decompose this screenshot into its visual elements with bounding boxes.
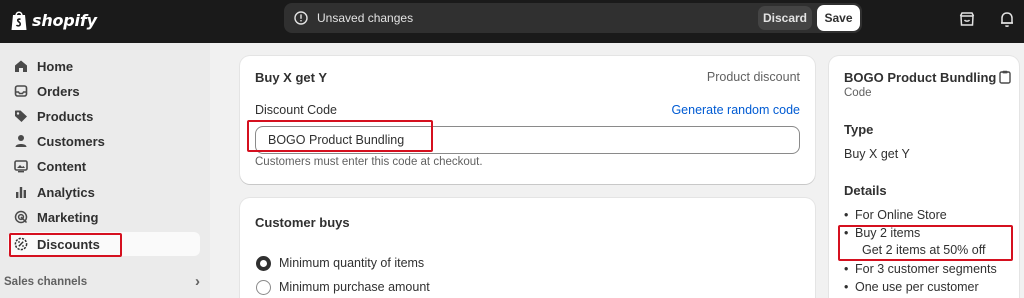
chevron-right-icon: › (195, 273, 200, 290)
list-item: For 3 customer segments (844, 262, 997, 276)
clipboard-icon[interactable] (999, 70, 1011, 84)
target-icon (14, 210, 28, 224)
unsaved-changes-bar: Unsaved changes Discard Save (284, 3, 862, 33)
generate-random-code-link[interactable]: Generate random code (671, 103, 800, 117)
detail-text: For 3 customer segments (855, 262, 997, 276)
summary-card: BOGO Product Bundling Code Type Buy X ge… (829, 56, 1019, 298)
person-icon (15, 135, 27, 147)
sidebar-item-label: Content (37, 158, 87, 174)
list-item: For Online Store (844, 208, 947, 222)
radio-label: Minimum quantity of items (279, 256, 425, 270)
sidebar-item-label: Home (37, 58, 74, 74)
radio-minimum-quantity[interactable] (256, 256, 271, 271)
sidebar-item-label: Orders (37, 83, 80, 99)
save-button[interactable]: Save (817, 5, 860, 31)
sidebar-item-label: Customers (37, 133, 105, 149)
detail-text: For Online Store (855, 208, 947, 222)
logo-text: shopify (32, 10, 97, 30)
radio-minimum-purchase-amount[interactable] (256, 280, 271, 295)
discount-code-help-text: Customers must enter this code at checko… (255, 156, 483, 168)
sales-channels-row[interactable]: Sales channels › (4, 273, 200, 290)
top-bar: shopify Unsaved changes Discard Save (0, 0, 1024, 43)
discard-button[interactable]: Discard (758, 6, 812, 30)
customer-buys-card: Customer buys Minimum quantity of items … (240, 198, 815, 298)
shopping-bag-icon (11, 11, 27, 30)
sidebar-item-label: Products (37, 108, 94, 124)
sidebar-item-products[interactable]: Products (8, 104, 200, 128)
discounts-highlight-box (9, 233, 122, 257)
sidebar-item-analytics[interactable]: Analytics (8, 180, 200, 204)
details-heading: Details (844, 183, 887, 198)
type-heading: Type (844, 122, 874, 137)
sales-channels-label: Sales channels (4, 275, 88, 288)
type-value: Buy X get Y (844, 147, 910, 161)
code-highlight-box (247, 120, 433, 152)
bar-chart-icon (16, 187, 26, 198)
detail-text: One use per customer (855, 280, 979, 294)
sidebar: Home Orders Products Customers Content A… (0, 43, 210, 298)
sidebar-item-content[interactable]: Content (8, 154, 200, 178)
summary-subtitle: Code (844, 87, 872, 99)
alert-circle-icon (294, 11, 308, 25)
shopify-logo[interactable]: shopify (10, 9, 97, 31)
discount-type-label: Product discount (706, 70, 800, 84)
home-icon (15, 60, 27, 72)
details-highlight-box (838, 225, 1013, 261)
unsaved-changes-label: Unsaved changes (317, 11, 414, 25)
sidebar-item-customers[interactable]: Customers (8, 129, 200, 153)
customer-buys-title: Customer buys (255, 215, 350, 230)
sidebar-item-home[interactable]: Home (8, 54, 200, 78)
sidebar-item-marketing[interactable]: Marketing (8, 205, 200, 229)
list-item: One use per customer (844, 280, 979, 294)
bell-icon[interactable] (998, 10, 1016, 28)
inbox-icon (14, 85, 28, 97)
sidebar-item-label: Analytics (37, 184, 95, 200)
card-title: Buy X get Y (255, 70, 328, 85)
image-icon (14, 160, 28, 173)
sidebar-item-orders[interactable]: Orders (8, 79, 200, 103)
radio-label: Minimum purchase amount (279, 280, 430, 294)
summary-title: BOGO Product Bundling (844, 70, 997, 85)
sidebar-item-label: Marketing (37, 209, 99, 225)
tag-icon (15, 110, 27, 122)
discount-code-label: Discount Code (255, 103, 337, 117)
store-icon[interactable] (958, 10, 976, 28)
